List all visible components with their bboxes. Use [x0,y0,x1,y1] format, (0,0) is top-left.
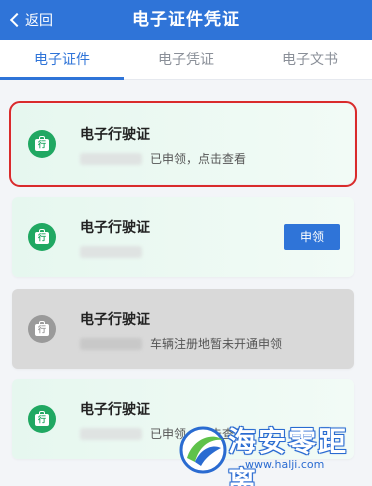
card-title: 电子行驶证 [80,312,150,328]
card-title: 电子行驶证 [80,402,150,418]
plate-number-redacted [80,246,142,258]
license-card-available: 行 电子行驶证 申领 [12,197,354,277]
driving-license-icon: 行 [28,405,56,433]
page-title: 电子证件凭证 [132,10,240,30]
driving-license-icon: 行 [28,315,56,343]
apply-button[interactable]: 申领 [284,224,340,250]
license-card-unavailable: 行 电子行驶证 车辆注册地暂未开通申领 [12,289,354,369]
driving-license-icon: 行 [28,130,56,158]
card-status: 已申领，点击查看 [150,152,247,166]
tab-electronic-id[interactable]: 电子证件 [0,40,124,80]
tab-electronic-document[interactable]: 电子文书 [248,40,372,80]
card-status: 已申领，点击查看 [150,427,247,441]
top-bar: 返回 电子证件凭证 [0,0,372,40]
card-status: 车辆注册地暂未开通申领 [150,337,283,351]
license-card-applied[interactable]: 行 电子行驶证 已申领，点击查看 [12,379,354,459]
plate-number-redacted [80,338,142,350]
license-card-applied[interactable]: 行 电子行驶证 已申领，点击查看 [9,101,357,187]
tab-bar: 电子证件 电子凭证 电子文书 [0,40,372,80]
tab-electronic-voucher[interactable]: 电子凭证 [124,40,248,80]
card-title: 电子行驶证 [80,220,150,236]
driving-license-icon: 行 [28,223,56,251]
card-title: 电子行驶证 [80,127,150,143]
active-tab-indicator [0,77,124,80]
watermark-url: www.halji.com [245,458,325,471]
plate-number-redacted [80,428,142,440]
plate-number-redacted [80,153,142,165]
